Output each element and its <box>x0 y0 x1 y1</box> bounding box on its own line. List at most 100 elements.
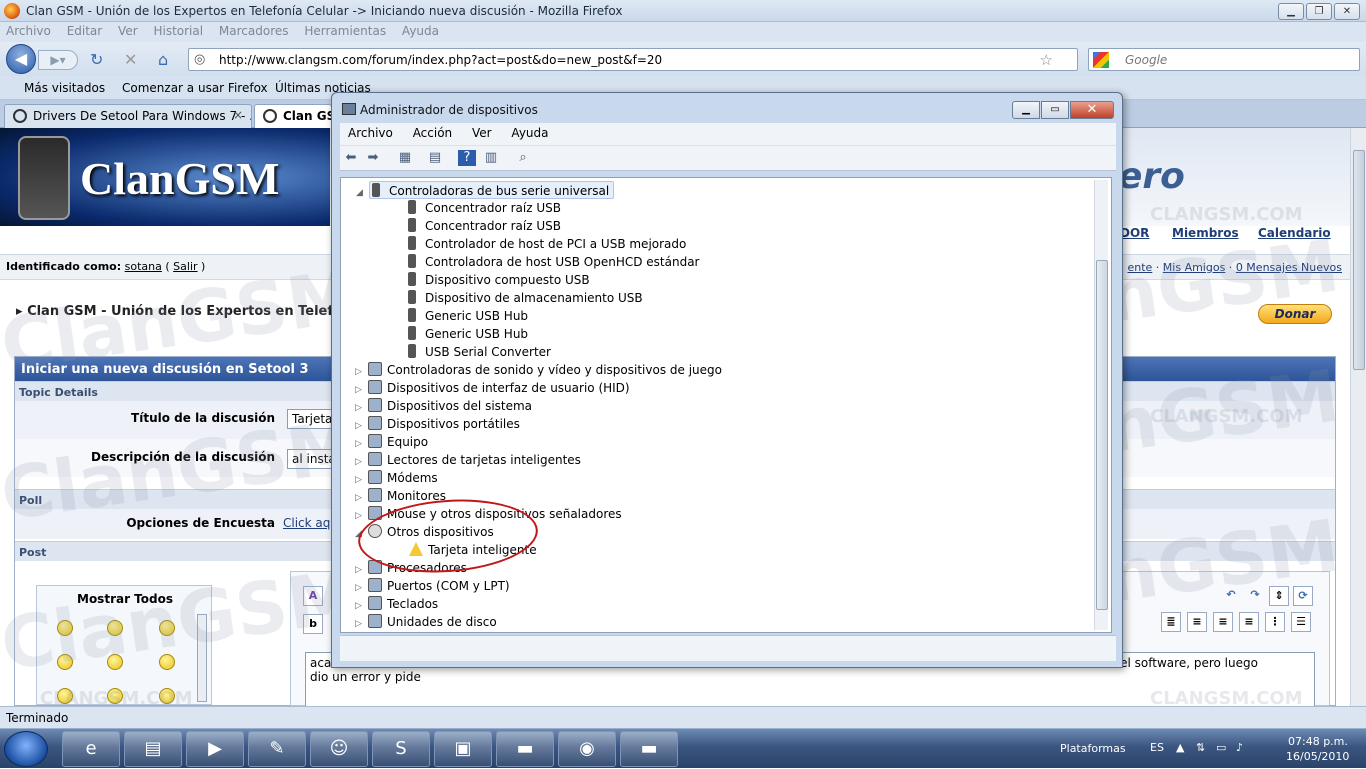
tree-usb-device[interactable]: USB Serial Converter <box>405 343 551 361</box>
dm-minimize-button[interactable]: ▁ <box>1012 101 1040 119</box>
resize-icon[interactable]: ⇕ <box>1269 586 1289 606</box>
align-center-icon[interactable]: ≡ <box>1213 612 1233 632</box>
properties-icon[interactable]: ▤ <box>426 150 444 166</box>
expand-icon[interactable]: ▷ <box>355 435 365 453</box>
tree-category[interactable]: ▷ Módems <box>355 469 438 487</box>
expand-icon[interactable]: ▷ <box>355 597 365 615</box>
search-bar[interactable]: Google <box>1088 48 1360 71</box>
ie-taskbar-icon[interactable]: e <box>62 731 120 767</box>
undo-icon[interactable]: ↶ <box>1221 586 1241 606</box>
tree-usb-controllers[interactable]: ◢ Controladoras de bus serie universal <box>356 181 615 199</box>
tree-category[interactable]: ▷ Lectores de tarjetas inteligentes <box>355 451 581 469</box>
emoticon[interactable] <box>159 688 175 704</box>
numbered-list-icon[interactable]: ⋮ <box>1265 612 1285 632</box>
search-placeholder[interactable]: Google <box>1125 53 1167 67</box>
back-button[interactable]: ◀ <box>6 44 36 74</box>
align-left-icon[interactable]: ≡ <box>1187 612 1207 632</box>
explorer-taskbar-icon[interactable]: ▤ <box>124 731 182 767</box>
menu-archivo[interactable]: Archivo <box>0 22 57 40</box>
device-manager-taskbar-icon[interactable]: ▣ <box>434 731 492 767</box>
my-friends-link[interactable]: Mis Amigos <box>1163 261 1226 274</box>
tree-usb-device[interactable]: Concentrador raíz USB <box>405 217 561 235</box>
start-button[interactable] <box>4 731 48 767</box>
language-indicator[interactable]: ES <box>1150 741 1164 754</box>
volume-muted-icon[interactable]: ♪ <box>1236 741 1243 754</box>
tree-usb-device[interactable]: Concentrador raíz USB <box>405 199 561 217</box>
emoticon[interactable] <box>159 620 175 636</box>
tree-category[interactable]: ▷ Teclados <box>355 595 438 613</box>
scrollbar-thumb[interactable] <box>1353 150 1365 370</box>
reload-icon[interactable]: ↻ <box>90 50 103 69</box>
scan-hardware-icon[interactable]: ⌕ <box>514 150 532 166</box>
tree-category[interactable]: ▷ Unidades de disco <box>355 613 497 631</box>
menu-marcadores[interactable]: Marcadores <box>213 22 295 40</box>
dm-maximize-button[interactable]: ▭ <box>1041 101 1069 119</box>
menu-ver[interactable]: Ver <box>112 22 144 40</box>
emoticon[interactable] <box>57 688 73 704</box>
toolbox2-taskbar-icon[interactable]: ▬ <box>620 731 678 767</box>
media-player-taskbar-icon[interactable]: ▶ <box>186 731 244 767</box>
dm-menu-archivo[interactable]: Archivo <box>340 123 401 140</box>
tree-category[interactable]: ▷ Puertos (COM y LPT) <box>355 577 510 595</box>
tools-taskbar-icon[interactable]: ✎ <box>248 731 306 767</box>
emoticon[interactable] <box>57 654 73 670</box>
tree-category[interactable]: ▷ Dispositivos del sistema <box>355 397 532 415</box>
tree-usb-device[interactable]: Generic USB Hub <box>405 307 528 325</box>
stop-icon[interactable]: ✕ <box>124 50 137 69</box>
forward-button[interactable]: ▶▾ <box>38 50 78 70</box>
network-icon[interactable]: ⇅ <box>1196 741 1205 754</box>
site-identity-icon[interactable]: ◎ <box>194 52 205 67</box>
dm-close-button[interactable]: ✕ <box>1070 101 1114 119</box>
logout-link[interactable]: Salir <box>173 260 197 273</box>
expand-icon[interactable]: ▷ <box>355 453 365 471</box>
dm-menu-ver[interactable]: Ver <box>464 123 500 140</box>
expand-icon[interactable]: ▷ <box>355 363 365 381</box>
dm-scrollbar[interactable] <box>1094 180 1108 630</box>
expand-icon[interactable]: ▷ <box>355 615 365 632</box>
expand-icon[interactable]: ▷ <box>355 579 365 597</box>
poll-link[interactable]: Click aq <box>283 516 330 530</box>
indent-icon[interactable]: ≣ <box>1161 612 1181 632</box>
forward-arrow-icon[interactable]: ➡ <box>364 150 382 166</box>
expand-icon[interactable]: ▷ <box>355 399 365 417</box>
emoticon[interactable] <box>107 620 123 636</box>
expand-icon[interactable]: ▷ <box>355 471 365 489</box>
tree-usb-device[interactable]: Controlador de host de PCI a USB mejorad… <box>405 235 686 253</box>
messenger-taskbar-icon[interactable]: ☺ <box>310 731 368 767</box>
tree-usb-device[interactable]: Dispositivo compuesto USB <box>405 271 590 289</box>
bookmark-most-visited[interactable]: Más visitados <box>24 81 105 95</box>
tree-usb-device[interactable]: Dispositivo de almacenamiento USB <box>405 289 643 307</box>
expand-icon[interactable]: ▷ <box>355 507 365 525</box>
tab-clangsm[interactable]: Clan GSM <box>254 104 332 128</box>
bookmark-getting-started[interactable]: Comenzar a usar Firefox <box>122 81 268 95</box>
tree-category[interactable]: ▷ Dispositivos de interfaz de usuario (HI… <box>355 379 630 397</box>
bold-button[interactable]: b <box>303 614 323 634</box>
emoticon-scrollbar[interactable] <box>197 614 207 702</box>
back-arrow-icon[interactable]: ⬅ <box>342 150 360 166</box>
dm-scrollbar-thumb[interactable] <box>1096 260 1108 610</box>
dm-menu-accion[interactable]: Acción <box>405 123 460 140</box>
show-hidden-icons[interactable]: ▲ <box>1176 741 1184 754</box>
bookmark-star-icon[interactable]: ☆ <box>1040 51 1053 69</box>
nav-link-miembros[interactable]: Miembros <box>1172 226 1239 240</box>
display-icon[interactable]: ▭ <box>1216 741 1226 754</box>
url-bar[interactable]: ◎ http://www.clangsm.com/forum/index.php… <box>188 48 1078 71</box>
expand-icon[interactable]: ▷ <box>355 561 365 579</box>
toolbox-taskbar-icon[interactable]: ▬ <box>496 731 554 767</box>
restore-button[interactable]: ❐ <box>1306 3 1332 20</box>
dm-menu-ayuda[interactable]: Ayuda <box>503 123 556 140</box>
switch-mode-icon[interactable]: ⟳ <box>1293 586 1313 606</box>
tray-label[interactable]: Plataformas <box>1060 742 1126 755</box>
expand-icon[interactable]: ▷ <box>355 381 365 399</box>
firefox-taskbar-icon[interactable]: ◉ <box>558 731 616 767</box>
close-button[interactable]: ✕ <box>1334 3 1360 20</box>
emoticon[interactable] <box>107 688 123 704</box>
url-text[interactable]: http://www.clangsm.com/forum/index.php?a… <box>219 53 662 67</box>
tree-view-icon[interactable]: ▦ <box>396 150 414 166</box>
tab-close-icon[interactable]: × <box>233 108 243 122</box>
clock-date[interactable]: 16/05/2010 <box>1286 750 1349 763</box>
google-icon[interactable] <box>1093 52 1109 68</box>
expand-icon[interactable]: ▷ <box>355 489 365 507</box>
tree-usb-device[interactable]: Generic USB Hub <box>405 325 528 343</box>
menu-herramientas[interactable]: Herramientas <box>298 22 392 40</box>
